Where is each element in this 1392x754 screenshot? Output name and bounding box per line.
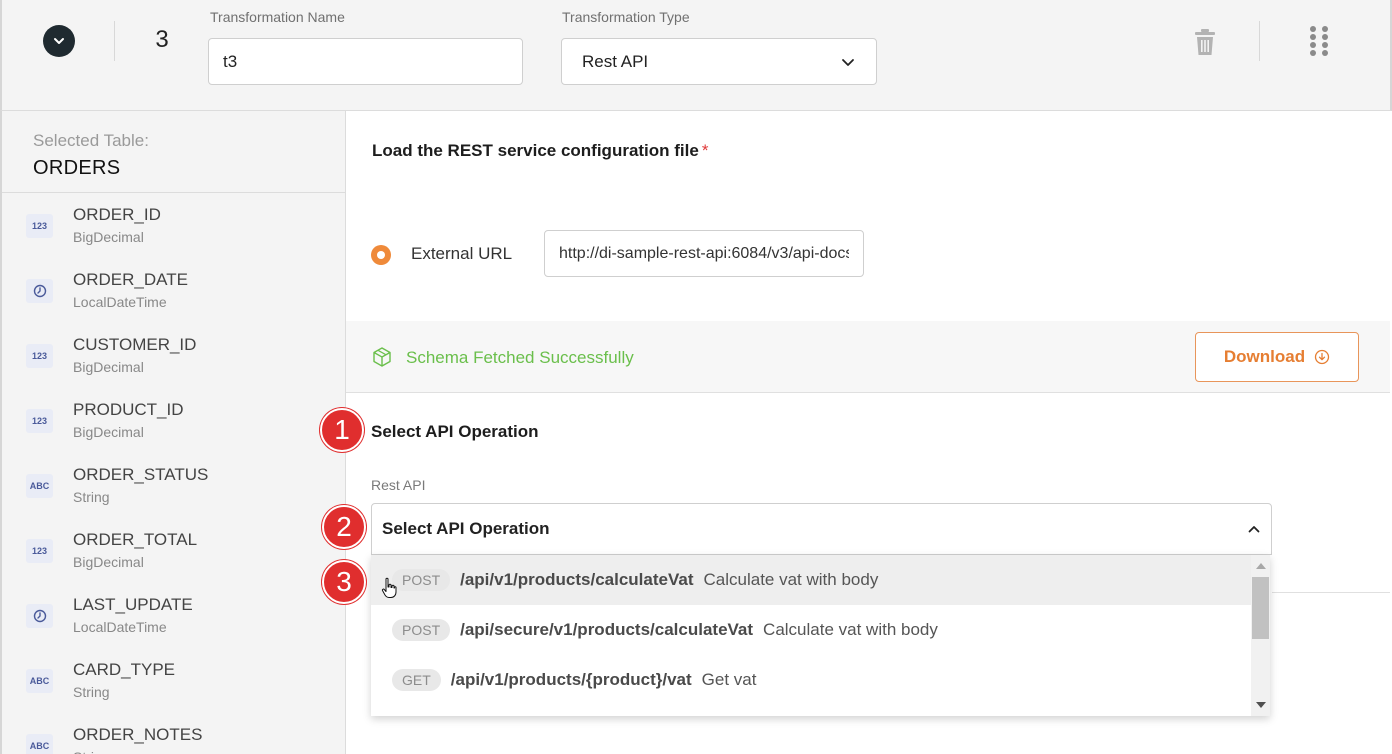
header-divider (114, 21, 115, 61)
scroll-down-icon[interactable] (1256, 702, 1266, 708)
chevron-down-icon (842, 58, 854, 66)
operation-option[interactable]: POST /api/v1/products/calculateVat Calcu… (371, 555, 1251, 605)
operation-path: /api/v1/products/calculateVat (460, 570, 694, 589)
column-type: String (73, 489, 110, 505)
text-type-icon: ABC (26, 669, 53, 693)
header-divider (1259, 21, 1260, 61)
column-name: CARD_TYPE (73, 660, 176, 679)
column-item[interactable]: ABC CARD_TYPE String (2, 648, 345, 713)
delete-button[interactable] (1191, 26, 1219, 58)
column-type: BigDecimal (73, 554, 144, 570)
column-item[interactable]: ABC ORDER_NOTES String (2, 713, 345, 754)
callout-marker: 2 (322, 505, 366, 549)
number-type-icon: 123 (26, 214, 53, 238)
schema-status-bar: Schema Fetched Successfully Download (346, 321, 1390, 393)
step-number: 3 (155, 26, 169, 53)
transformation-type-select[interactable]: Rest API (561, 38, 877, 85)
columns-sidebar: Selected Table: ORDERS 123 ORDER_ID BigD… (0, 111, 346, 754)
external-url-radio[interactable] (371, 245, 391, 265)
column-type: BigDecimal (73, 424, 144, 440)
column-list: 123 ORDER_ID BigDecimal ORDER_DATE Local… (2, 193, 345, 754)
column-type: LocalDateTime (73, 294, 167, 310)
column-item[interactable]: ORDER_DATE LocalDateTime (2, 258, 345, 323)
download-label: Download (1223, 347, 1306, 366)
column-name: ORDER_DATE (73, 270, 188, 289)
column-name: PRODUCT_ID (73, 400, 184, 419)
transformation-header: 3 Transformation Name Transformation Typ… (0, 0, 1392, 111)
number-type-icon: 123 (26, 409, 53, 433)
transformation-type-label: Transformation Type (562, 9, 690, 25)
operation-select[interactable]: Select API Operation (371, 503, 1272, 555)
callout-marker: 3 (322, 560, 366, 604)
operation-option[interactable]: GET /api/v1/products/{product}/vat Get v… (371, 655, 1251, 705)
operation-select-placeholder: Select API Operation (382, 519, 550, 538)
text-type-icon: ABC (26, 734, 53, 754)
column-type: String (73, 684, 110, 700)
scrollbar-thumb[interactable] (1252, 577, 1269, 639)
divider (1272, 592, 1390, 593)
download-icon (1314, 349, 1330, 365)
http-method-badge: GET (392, 669, 441, 691)
column-type: LocalDateTime (73, 619, 167, 635)
load-config-title: Load the REST service configuration file… (372, 141, 709, 160)
operation-description: Get vat (701, 670, 757, 689)
selected-table-panel: Selected Table: ORDERS (2, 111, 345, 193)
operation-description: Calculate vat with body (763, 620, 938, 639)
column-item[interactable]: ABC ORDER_STATUS String (2, 453, 345, 518)
column-item[interactable]: 123 ORDER_TOTAL BigDecimal (2, 518, 345, 583)
external-url-label: External URL (411, 244, 513, 263)
select-operation-title: Select API Operation (371, 422, 539, 441)
column-name: ORDER_ID (73, 205, 161, 224)
column-type: String (73, 749, 110, 754)
column-item[interactable]: 123 PRODUCT_ID BigDecimal (2, 388, 345, 453)
rest-config-panel: Load the REST service configuration file… (346, 111, 1390, 754)
text-type-icon: ABC (26, 474, 53, 498)
collapse-button[interactable] (43, 25, 75, 57)
column-name: ORDER_NOTES (73, 725, 203, 744)
column-name: CUSTOMER_ID (73, 335, 197, 354)
trash-icon (1195, 29, 1215, 55)
chevron-down-icon (54, 38, 64, 44)
column-type: BigDecimal (73, 359, 144, 375)
http-method-badge: POST (392, 569, 451, 591)
clock-icon (26, 279, 53, 303)
selected-table-label: Selected Table: (33, 131, 149, 150)
rest-api-label: Rest API (371, 477, 426, 493)
http-method-badge: POST (392, 619, 451, 641)
column-item[interactable]: 123 ORDER_ID BigDecimal (2, 193, 345, 258)
schema-status-text: Schema Fetched Successfully (406, 348, 634, 367)
operation-path: /api/secure/v1/products/calculateVat (460, 620, 754, 639)
column-item[interactable]: LAST_UPDATE LocalDateTime (2, 583, 345, 648)
operation-description: Calculate vat with body (703, 570, 879, 589)
transformation-type-value: Rest API (582, 51, 649, 71)
scroll-up-icon[interactable] (1256, 563, 1266, 569)
clock-icon (26, 604, 53, 628)
callout-marker: 1 (320, 408, 364, 452)
number-type-icon: 123 (26, 539, 53, 563)
selected-table-name: ORDERS (33, 157, 121, 179)
column-name: ORDER_STATUS (73, 465, 209, 484)
required-marker: * (701, 141, 709, 160)
hand-pointer-icon (381, 577, 397, 598)
dropdown-scrollbar[interactable] (1251, 555, 1270, 716)
cube-icon (373, 347, 391, 367)
chevron-up-icon (1248, 526, 1260, 533)
operation-path: /api/v1/products/{product}/vat (450, 670, 692, 689)
url-input[interactable] (544, 230, 864, 277)
number-type-icon: 123 (26, 344, 53, 368)
operation-option[interactable]: POST /api/secure/v1/products/calculateVa… (371, 605, 1251, 655)
operation-dropdown-list: POST /api/v1/products/calculateVat Calcu… (371, 555, 1270, 716)
download-button[interactable]: Download (1195, 332, 1359, 382)
transformation-name-input[interactable] (208, 38, 523, 85)
column-name: ORDER_TOTAL (73, 530, 198, 549)
column-name: LAST_UPDATE (73, 595, 193, 614)
transformation-name-label: Transformation Name (210, 9, 345, 25)
column-item[interactable]: 123 CUSTOMER_ID BigDecimal (2, 323, 345, 388)
column-type: BigDecimal (73, 229, 144, 245)
drag-handle-icon[interactable] (1310, 26, 1332, 60)
